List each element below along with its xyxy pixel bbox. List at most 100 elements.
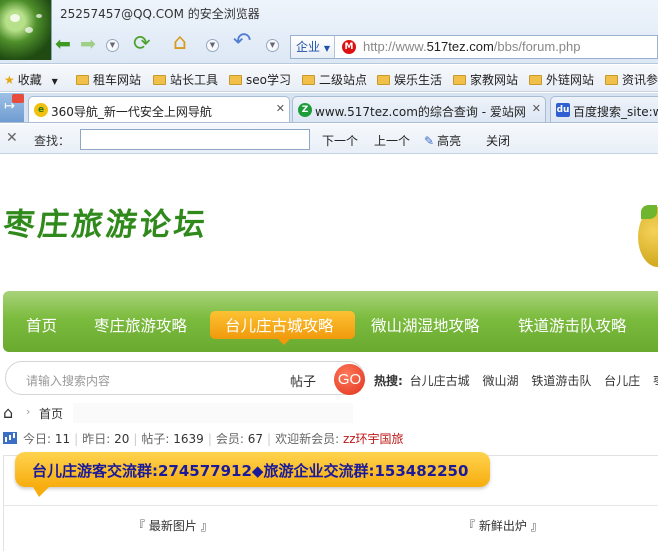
star-icon: ★ bbox=[4, 73, 15, 87]
hot-search-link[interactable]: 枣 bbox=[653, 374, 658, 388]
undo-dropdown-icon[interactable]: ▼ bbox=[266, 39, 279, 52]
find-label: 查找： bbox=[34, 134, 71, 148]
browser-toolbar: 25257457@QQ.COM 的安全浏览器 ⬅ ➡ ▼ ⟳ ⌂ ▼ ↶ ▼ 企… bbox=[0, 0, 658, 64]
nav-item-weishan-lake-guide[interactable]: 微山湖湿地攻略 bbox=[371, 314, 480, 336]
home-icon[interactable]: ⌂ bbox=[3, 403, 13, 422]
tab-baidu[interactable]: du 百度搜索_site:w bbox=[550, 96, 658, 122]
favorites-menu[interactable]: ★ 收藏 ▼ bbox=[4, 71, 58, 88]
favorite-item-4[interactable]: 二级站点 bbox=[302, 71, 367, 88]
favorite-label: seo学习 bbox=[246, 73, 291, 87]
hot-search-link[interactable]: 铁道游击队 bbox=[531, 374, 591, 388]
close-icon[interactable]: ✕ bbox=[532, 102, 541, 115]
find-bar: ✕ 查找： 下一个 上一个 ✎ 高亮 关闭 bbox=[0, 124, 658, 154]
hot-search-link[interactable]: 台儿庄 bbox=[604, 374, 640, 388]
highlight-label: 高亮 bbox=[437, 134, 462, 148]
favorite-label: 家教网站 bbox=[470, 73, 519, 87]
site-search-box: 请输入搜索内容 帖子 bbox=[5, 361, 365, 395]
url-path: /bbs/forum.php bbox=[493, 39, 581, 54]
undo-close-tab-icon[interactable]: ↶ bbox=[233, 31, 251, 53]
hot-search: 热搜: 台儿庄古城 微山湖 铁道游击队 台儿庄 枣 bbox=[374, 372, 658, 389]
favorite-label: 租车网站 bbox=[93, 73, 142, 87]
search-input[interactable]: 请输入搜索内容 bbox=[26, 372, 110, 389]
new-member-link[interactable]: zz环宇国旅 bbox=[343, 432, 404, 446]
qq-group-banner: 台儿庄游客交流群:274577912◆旅游企业交流群:153482250 bbox=[15, 452, 490, 497]
nav-item-taierzhuang-guide[interactable]: 台儿庄古城攻略 bbox=[225, 314, 334, 336]
find-close-button[interactable]: 关闭 bbox=[486, 132, 510, 149]
favorite-label: 二级站点 bbox=[319, 73, 368, 87]
leaf-icon bbox=[641, 205, 657, 219]
folder-icon bbox=[76, 75, 89, 85]
stat-label: 帖子: bbox=[141, 432, 170, 446]
notification-badge bbox=[12, 94, 24, 103]
nav-item-home[interactable]: 首页 bbox=[26, 314, 57, 336]
url-domain: 517tez.com bbox=[426, 39, 494, 54]
favorite-item-8[interactable]: 资讯参 bbox=[605, 71, 658, 88]
folder-icon bbox=[453, 75, 466, 85]
web-page: 枣庄旅游论坛 首页 枣庄旅游攻略 台儿庄古城攻略 微山湖湿地攻略 铁道游击队攻略… bbox=[0, 155, 658, 551]
stat-label: 欢迎新会员: bbox=[275, 432, 340, 446]
hot-search-label: 热搜: bbox=[374, 374, 403, 388]
nav-item-zaozhuang-guide[interactable]: 枣庄旅游攻略 bbox=[94, 314, 187, 336]
address-mode-label: 企业 bbox=[296, 40, 321, 54]
refresh-icon[interactable]: ⟳ bbox=[133, 33, 151, 54]
breadcrumb-background bbox=[73, 403, 353, 423]
history-dropdown-icon[interactable]: ▼ bbox=[106, 39, 119, 52]
stat-posts: 1639 bbox=[173, 432, 204, 446]
favorite-label: 资讯参 bbox=[622, 73, 658, 87]
home-dropdown-icon[interactable]: ▼ bbox=[206, 39, 219, 52]
favorite-item-5[interactable]: 娱乐生活 bbox=[377, 71, 442, 88]
tab-aizhan[interactable]: Z www.517tez.com的综合查询 - 爱站网 ✕ bbox=[292, 96, 546, 122]
window-title: 25257457@QQ.COM 的安全浏览器 bbox=[60, 7, 260, 21]
address-url[interactable]: http://www.517tez.com/bbs/forum.php bbox=[363, 39, 581, 54]
aizhan-logo-icon: Z bbox=[298, 103, 312, 117]
highlight-button[interactable]: ✎ 高亮 bbox=[424, 132, 461, 149]
address-mode-selector[interactable]: 企业 ▼ bbox=[291, 36, 335, 58]
find-next-button[interactable]: 下一个 bbox=[322, 132, 358, 149]
home-icon[interactable]: ⌂ bbox=[173, 32, 187, 54]
search-go-button[interactable]: GO bbox=[334, 364, 365, 395]
address-bar[interactable]: 企业 ▼ M http://www.517tez.com/bbs/forum.p… bbox=[290, 35, 658, 59]
find-input[interactable] bbox=[80, 129, 310, 150]
favorite-item-1[interactable]: 租车网站 bbox=[76, 71, 141, 88]
favorite-item-3[interactable]: seo学习 bbox=[229, 71, 291, 88]
favorite-item-6[interactable]: 家教网站 bbox=[453, 71, 518, 88]
stat-label: 今日: bbox=[23, 432, 52, 446]
tab-label: www.517tez.com的综合查询 - 爱站网 bbox=[315, 105, 526, 119]
favorites-label: 收藏 bbox=[17, 73, 42, 87]
find-prev-button[interactable]: 上一个 bbox=[374, 132, 410, 149]
section-latest-images: 『 最新图片 』 bbox=[133, 519, 213, 533]
user-avatar[interactable] bbox=[0, 0, 52, 60]
favorites-bar: ★ 收藏 ▼ 租车网站 站长工具 seo学习 二级站点 娱乐生活 家教网站 外链网… bbox=[0, 65, 658, 92]
site-logo[interactable]: 枣庄旅游论坛 bbox=[2, 199, 211, 244]
nav-item-railway-guerrilla-guide[interactable]: 铁道游击队攻略 bbox=[518, 314, 627, 336]
tab-360-nav[interactable]: e 360导航_新一代安全上网导航 ✕ bbox=[28, 96, 290, 122]
divider bbox=[3, 505, 658, 506]
hot-search-link[interactable]: 台儿庄古城 bbox=[410, 374, 470, 388]
folder-icon bbox=[153, 75, 166, 85]
favorite-label: 娱乐生活 bbox=[394, 73, 443, 87]
breadcrumb-home-link[interactable]: 首页 bbox=[39, 405, 63, 422]
back-arrow-icon[interactable]: ⬅ bbox=[55, 34, 71, 54]
favorite-label: 站长工具 bbox=[170, 73, 219, 87]
chevron-right-icon: › bbox=[26, 405, 31, 418]
close-icon[interactable]: ✕ bbox=[6, 130, 18, 146]
bar-chart-icon bbox=[3, 432, 17, 444]
stat-today: 11 bbox=[54, 432, 71, 446]
favorite-item-2[interactable]: 站长工具 bbox=[153, 71, 218, 88]
favorite-label: 外链网站 bbox=[546, 73, 595, 87]
folder-icon bbox=[377, 75, 390, 85]
url-prefix: http://www. bbox=[363, 39, 427, 54]
site-favicon-icon: M bbox=[342, 40, 356, 54]
baidu-logo-icon: du bbox=[556, 103, 570, 117]
forward-arrow-icon[interactable]: ➡ bbox=[80, 34, 96, 54]
folder-icon bbox=[302, 75, 315, 85]
stat-label: 昨日: bbox=[82, 432, 111, 446]
forum-stats: 今日: 11 | 昨日: 20 | 帖子: 1639 | 会员: 67 | 欢迎新会员: zz环… bbox=[3, 430, 404, 447]
hot-search-link[interactable]: 微山湖 bbox=[482, 374, 518, 388]
highlighter-icon: ✎ bbox=[424, 134, 435, 148]
360-logo-icon: e bbox=[34, 103, 48, 117]
favorite-item-7[interactable]: 外链网站 bbox=[529, 71, 594, 88]
tab-label: 360导航_新一代安全上网导航 bbox=[51, 105, 212, 119]
search-type-selector[interactable]: 帖子 bbox=[290, 371, 316, 390]
close-icon[interactable]: ✕ bbox=[276, 102, 285, 115]
